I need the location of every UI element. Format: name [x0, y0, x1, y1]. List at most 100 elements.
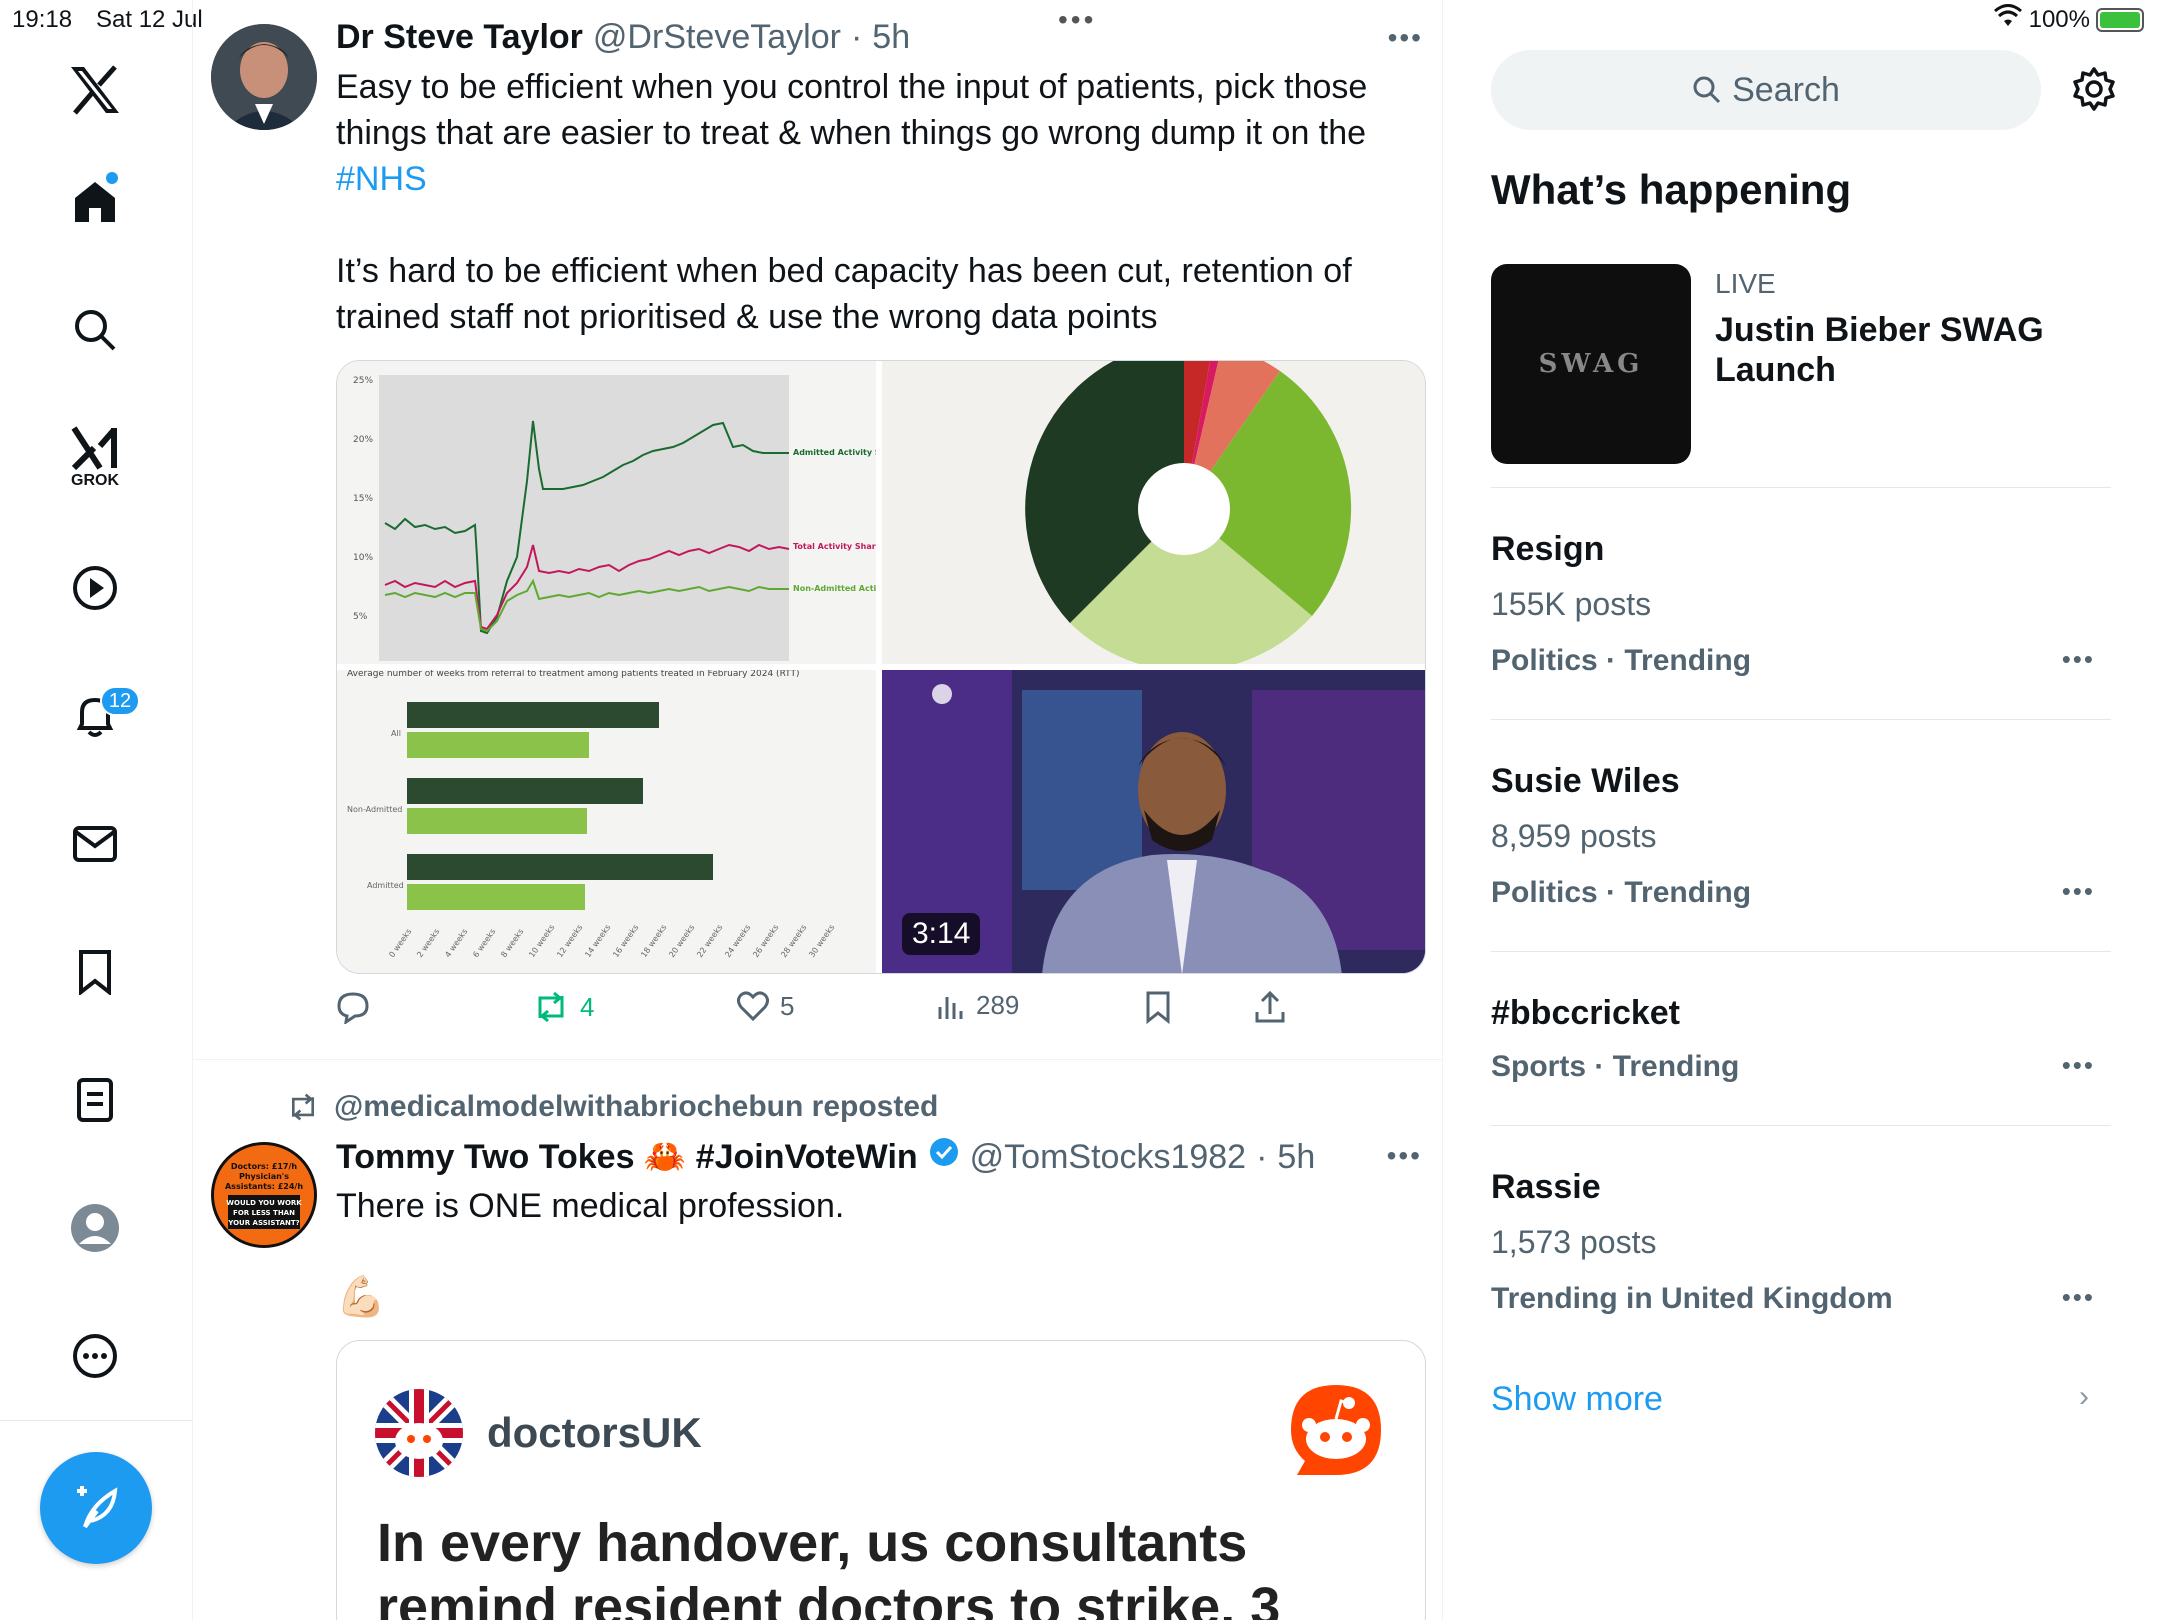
trend-name: Susie Wiles: [1491, 762, 1680, 800]
trend-item[interactable]: #bbccricket Sports · Trending •••: [1491, 952, 2111, 1126]
trend-category: Politics · Trending: [1491, 876, 1752, 909]
bookmark-button[interactable]: [1144, 990, 1172, 1024]
author-name[interactable]: Dr Steve Taylor: [336, 18, 583, 57]
live-event-card[interactable]: SWAG LIVE Justin Bieber SWAG Launch: [1491, 264, 2111, 488]
svg-text:8 weeks: 8 weeks: [499, 927, 525, 959]
show-more-link[interactable]: Show more: [1491, 1380, 1663, 1419]
home-icon[interactable]: [55, 162, 135, 242]
quoted-source-name: doctorsUK: [487, 1409, 702, 1456]
author-avatar[interactable]: Doctors: £17/h Physician's Assistants: £…: [211, 1142, 317, 1248]
bar-chart-image[interactable]: Average number of weeks from referral to…: [337, 670, 876, 973]
share-button[interactable]: [1254, 990, 1286, 1024]
live-label: LIVE: [1715, 268, 1776, 299]
svg-text:14 weeks: 14 weeks: [583, 923, 612, 959]
explore-search-icon[interactable]: [55, 290, 135, 370]
like-button[interactable]: 5: [736, 990, 794, 1022]
tweet-more-button[interactable]: •••: [1388, 22, 1423, 54]
trend-name: #bbccricket: [1491, 994, 1680, 1032]
svg-text:6 weeks: 6 weeks: [471, 927, 497, 959]
compose-feather-icon: [77, 1486, 118, 1529]
messages-envelope-icon[interactable]: [55, 804, 135, 884]
video-thumbnail[interactable]: 3:14: [882, 670, 1425, 973]
search-input[interactable]: Search: [1491, 50, 2041, 130]
tweet-card[interactable]: Dr Steve Taylor @DrSteveTaylor · 5h ••• …: [193, 0, 1443, 1060]
home-unread-dot: [106, 172, 118, 184]
verified-badge-icon: [928, 1136, 960, 1168]
author-handle[interactable]: @DrSteveTaylor: [593, 18, 841, 57]
y-tick: 15%: [353, 494, 373, 504]
tweet-text: Easy to be efficient when you control th…: [336, 64, 1396, 202]
video-duration: 3:14: [902, 913, 981, 955]
quoted-title-line1: In every handover, us consultants: [377, 1513, 1248, 1573]
quoted-post-card[interactable]: doctorsUK In every handover, us consulta…: [336, 1340, 1426, 1620]
svg-text:4 weeks: 4 weeks: [443, 927, 469, 959]
svg-text:Physician's: Physician's: [239, 1172, 289, 1181]
tweet-text-part1: Easy to be efficient when you control th…: [336, 68, 1368, 152]
trend-post-count: 8,959 posts: [1491, 818, 1657, 854]
repost-indicator[interactable]: @medicalmodelwithabriochebun reposted: [286, 1090, 938, 1124]
live-event-title: Justin Bieber SWAG Launch: [1715, 311, 2044, 389]
tweet-header: Tommy Two Tokes 🦀 #JoinVoteWin @TomStock…: [336, 1136, 1315, 1177]
lists-icon[interactable]: [55, 1060, 135, 1140]
quoted-title-line2: remind resident doctors to strike. 3: [377, 1577, 1281, 1620]
trend-item[interactable]: Susie Wiles 8,959 posts Politics · Trend…: [1491, 720, 2111, 952]
doctorsuk-avatar: [375, 1389, 463, 1477]
legend-non-admitted: Non-Admitted Activity Share (%): [793, 584, 876, 593]
views-button[interactable]: 289: [936, 990, 1019, 1021]
tweet-more-button[interactable]: •••: [1387, 1140, 1422, 1172]
compose-post-button[interactable]: [40, 1452, 152, 1564]
svg-text:Doctors: £17/h: Doctors: £17/h: [231, 1162, 298, 1171]
trend-more-button[interactable]: •••: [2062, 876, 2095, 907]
bar-chart-title: Average number of weeks from referral to…: [347, 670, 800, 679]
repost-button[interactable]: 4: [532, 990, 594, 1024]
trend-name: Rassie: [1491, 1168, 1601, 1206]
line-chart-image[interactable]: 25% 20% 15% 10% 5% Admitted Activity Sha…: [337, 361, 876, 664]
trend-more-button[interactable]: •••: [2062, 644, 2095, 675]
svg-text:20 weeks: 20 weeks: [667, 923, 696, 959]
reply-button[interactable]: [336, 990, 380, 1024]
tweet-time[interactable]: 5h: [872, 18, 910, 57]
author-name[interactable]: Tommy Two Tokes 🦀 #JoinVoteWin: [336, 1137, 918, 1177]
legend-admitted: Admitted Activity Share (%): [793, 448, 876, 457]
bar-category: Non-Admitted: [347, 805, 402, 814]
author-avatar[interactable]: [211, 24, 317, 130]
hashtag-link[interactable]: #NHS: [336, 160, 427, 198]
flexed-biceps-emoji: 💪🏻: [336, 1275, 386, 1319]
view-count: 289: [976, 990, 1020, 1020]
grok-icon[interactable]: GROK: [55, 418, 135, 498]
reddit-logo-icon: [1287, 1381, 1385, 1484]
bookmark-icon: [1146, 991, 1170, 1024]
share-icon: [1255, 990, 1285, 1023]
bookmarks-icon[interactable]: [55, 932, 135, 1012]
trend-item[interactable]: Resign 155K posts Politics · Trending ••…: [1491, 488, 2111, 720]
author-handle[interactable]: @TomStocks1982: [970, 1138, 1246, 1177]
pie-chart-image[interactable]: [882, 361, 1425, 664]
dot-separator: ·: [850, 18, 863, 56]
svg-text:Assistants: £24/h: Assistants: £24/h: [225, 1182, 303, 1191]
more-options-icon[interactable]: [55, 1316, 135, 1396]
profile-avatar-icon[interactable]: [55, 1188, 135, 1268]
timeline-feed[interactable]: Dr Steve Taylor @DrSteveTaylor · 5h ••• …: [193, 0, 1443, 1620]
search-icon: [1693, 76, 1721, 104]
heart-icon: [737, 991, 769, 1022]
tweet-media-grid[interactable]: 25% 20% 15% 10% 5% Admitted Activity Sha…: [336, 360, 1426, 974]
x-logo-icon[interactable]: [55, 50, 135, 130]
reply-icon: [337, 992, 369, 1024]
like-count: 5: [780, 990, 795, 1021]
trend-post-count: 1,573 posts: [1491, 1224, 1657, 1260]
trend-category: Politics · Trending: [1491, 644, 1752, 677]
chevron-right-icon[interactable]: ›: [2079, 1380, 2089, 1414]
tweet-actions: 4 5 289: [336, 990, 1396, 1034]
settings-gear-icon[interactable]: [2071, 66, 2117, 117]
trend-more-button[interactable]: •••: [2062, 1050, 2095, 1081]
svg-text:WOULD YOU WORK: WOULD YOU WORK: [226, 1199, 302, 1207]
live-event-thumbnail: SWAG: [1491, 264, 1691, 464]
tweet-time[interactable]: 5h: [1277, 1138, 1315, 1177]
video-play-icon[interactable]: [55, 548, 135, 628]
svg-text:24 weeks: 24 weeks: [723, 923, 752, 959]
trend-item[interactable]: Rassie 1,573 posts Trending in United Ki…: [1491, 1126, 2111, 1356]
y-tick: 20%: [353, 435, 373, 445]
y-tick: 25%: [353, 376, 373, 386]
tweet-text-part2: It’s hard to be efficient when bed capac…: [336, 252, 1352, 336]
trend-more-button[interactable]: •••: [2062, 1282, 2095, 1313]
